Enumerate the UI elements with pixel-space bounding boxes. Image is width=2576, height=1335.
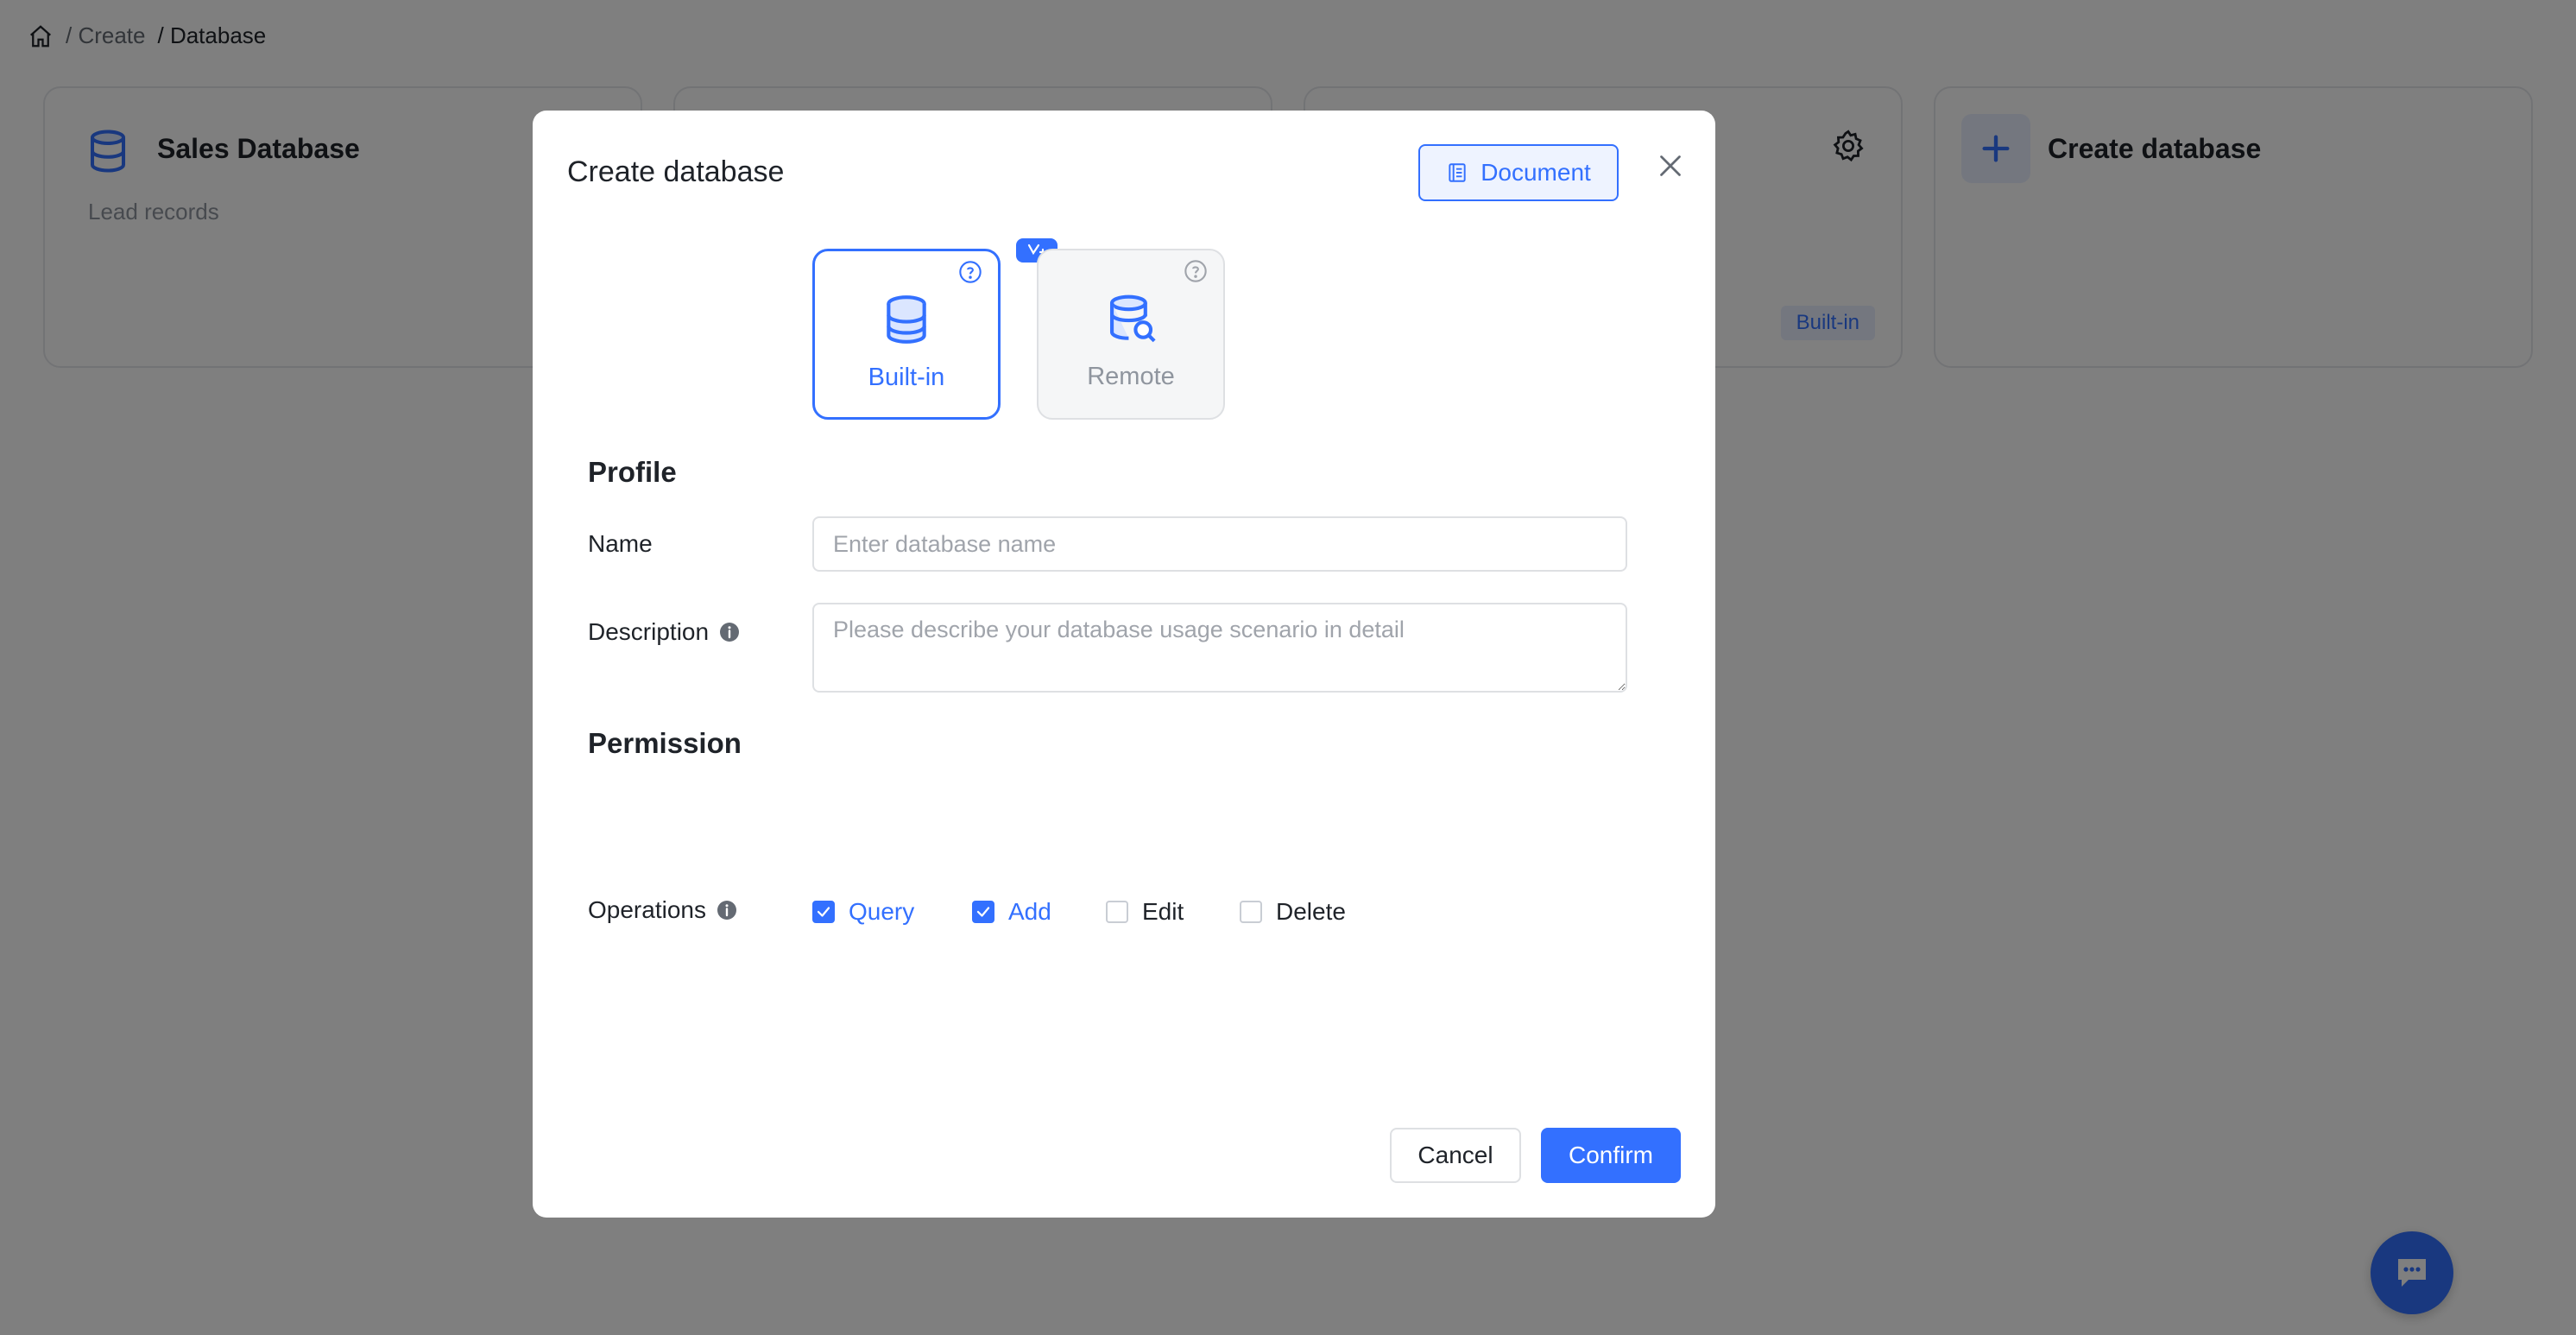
operation-edit-checkbox[interactable]: Edit	[1106, 898, 1184, 926]
description-label: Description	[588, 618, 740, 646]
operation-label: Query	[849, 898, 915, 925]
operation-label: Add	[1008, 898, 1051, 925]
info-icon[interactable]	[719, 622, 740, 642]
checkbox-checked-icon[interactable]	[812, 901, 835, 923]
modal-title: Create database	[567, 155, 785, 188]
help-icon[interactable]	[1184, 259, 1208, 283]
type-option-label: Built-in	[868, 364, 945, 391]
checkbox-checked-icon[interactable]	[972, 901, 994, 923]
operation-delete-checkbox[interactable]: Delete	[1240, 898, 1346, 926]
operation-label: Edit	[1142, 898, 1184, 925]
info-icon[interactable]	[717, 900, 737, 921]
document-button[interactable]: Document	[1418, 144, 1619, 201]
create-database-modal: Create database Document Built-in Remote…	[533, 111, 1715, 1218]
confirm-button[interactable]: Confirm	[1541, 1128, 1681, 1183]
database-description-input[interactable]	[812, 603, 1627, 693]
operation-label: Delete	[1276, 898, 1346, 925]
description-label-text: Description	[588, 618, 710, 645]
operations-label-text: Operations	[588, 896, 706, 923]
checkbox-unchecked-icon[interactable]	[1240, 901, 1262, 923]
type-option-label: Remote	[1087, 363, 1175, 390]
cancel-button[interactable]: Cancel	[1390, 1128, 1521, 1183]
document-icon	[1449, 163, 1466, 182]
checkbox-unchecked-icon[interactable]	[1106, 901, 1128, 923]
database-icon	[887, 295, 926, 344]
operations-label: Operations	[588, 896, 737, 924]
profile-section-title: Profile	[588, 456, 677, 488]
type-option-remote[interactable]: Remote	[1037, 249, 1225, 420]
name-label-text: Name	[588, 530, 653, 557]
name-label: Name	[588, 530, 653, 558]
operation-add-checkbox[interactable]: Add	[972, 898, 1051, 926]
operation-query-checkbox[interactable]: Query	[812, 898, 914, 926]
type-option-built-in[interactable]: Built-in	[812, 249, 1001, 420]
database-search-icon	[1109, 294, 1156, 343]
document-button-label: Document	[1481, 159, 1591, 186]
close-icon[interactable]	[1655, 150, 1686, 181]
permission-section-title: Permission	[588, 727, 742, 759]
help-icon[interactable]	[958, 260, 982, 284]
database-name-input[interactable]	[812, 516, 1627, 572]
